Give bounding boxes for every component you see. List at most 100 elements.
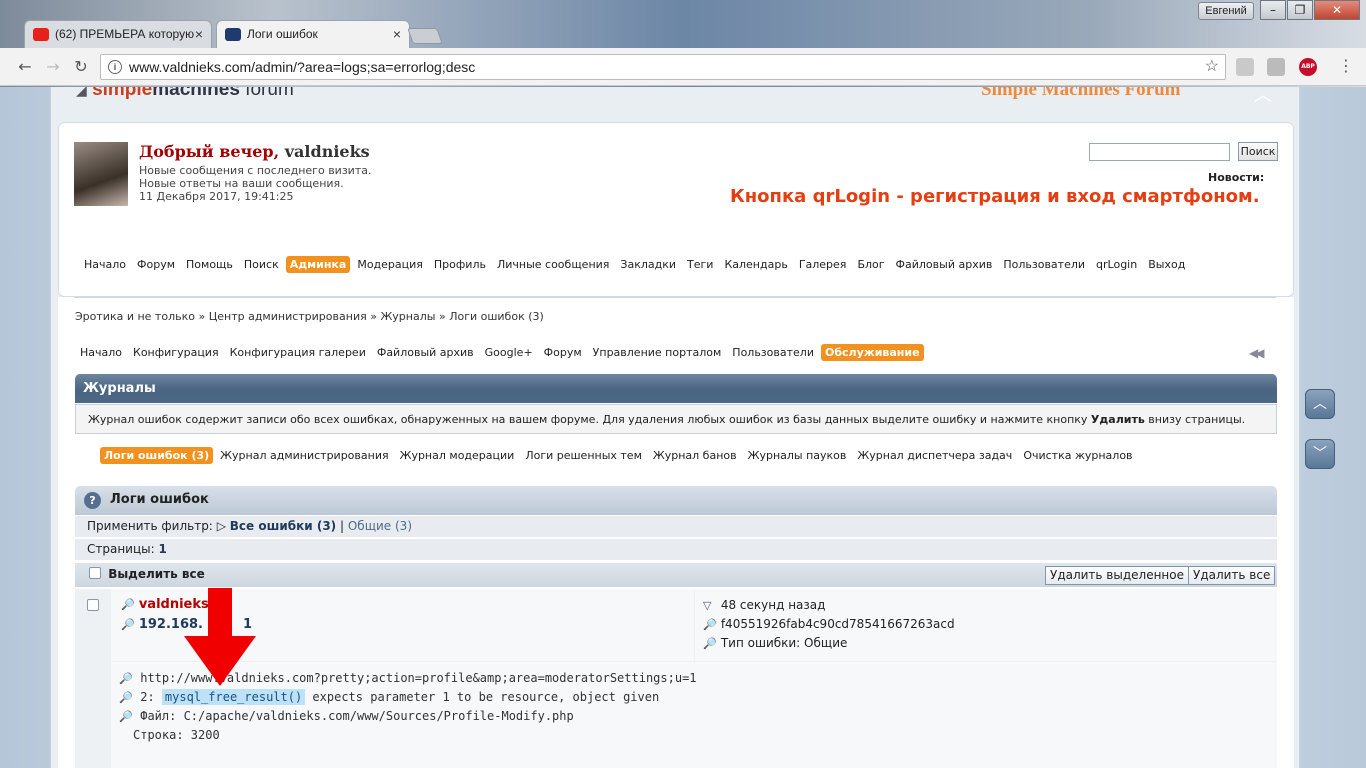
- admin-menu-members[interactable]: Пользователи: [728, 344, 818, 361]
- extension-drive-icon[interactable]: [1267, 58, 1285, 76]
- sort-desc-icon[interactable]: ▽: [703, 599, 717, 612]
- forum-logo[interactable]: ◢ simplemachines forum: [76, 87, 294, 101]
- filter-key-icon[interactable]: 🔎: [121, 618, 135, 631]
- pages-label: Страницы:: [87, 542, 155, 556]
- menu-item-gallery[interactable]: Галерея: [795, 256, 851, 273]
- breadcrumb-item[interactable]: Эротика и не только: [75, 310, 195, 323]
- admin-menu-downloads[interactable]: Файловый архив: [373, 344, 478, 361]
- breadcrumb-separator: »: [370, 310, 377, 323]
- menu-item-pm[interactable]: Личные сообщения: [493, 256, 613, 273]
- menu-item-calendar[interactable]: Календарь: [720, 256, 791, 273]
- menu-item-home[interactable]: Начало: [80, 256, 130, 273]
- menu-icon[interactable]: ⋮: [1338, 56, 1354, 75]
- tab-ban-log[interactable]: Журнал банов: [649, 447, 741, 464]
- page-number[interactable]: 1: [159, 542, 167, 556]
- entry-msg-prefix: 2:: [140, 690, 162, 704]
- admin-menu-config[interactable]: Конфигурация: [129, 344, 223, 361]
- admin-menu-gallery-config[interactable]: Конфигурация галереи: [226, 344, 370, 361]
- menu-item-members[interactable]: Пользователи: [999, 256, 1089, 273]
- error-log-title: Логи ошибок: [110, 492, 209, 507]
- scroll-up-button[interactable]: ︿: [1305, 389, 1335, 419]
- adblock-icon[interactable]: ABP: [1299, 58, 1317, 76]
- logo-text-2: machines: [152, 87, 240, 100]
- new-posts-link[interactable]: Новые сообщения с последнего визита.: [139, 164, 371, 177]
- tab-solved-log[interactable]: Логи решенных тем: [521, 447, 646, 464]
- menu-item-bookmarks[interactable]: Закладки: [616, 256, 680, 273]
- breadcrumb-item-current[interactable]: Логи ошибок (3): [449, 310, 544, 323]
- new-tab-button[interactable]: [407, 28, 443, 44]
- reload-icon[interactable]: ↻: [70, 56, 92, 78]
- close-icon[interactable]: ×: [393, 26, 401, 42]
- menu-item-admin[interactable]: Админка: [285, 256, 351, 273]
- tab-mod-log[interactable]: Журнал модерации: [396, 447, 519, 464]
- greeting-text: Добрый вечер,: [139, 142, 280, 161]
- menu-item-downloads[interactable]: Файловый архив: [892, 256, 997, 273]
- filter-key-icon[interactable]: 🔎: [119, 710, 133, 723]
- help-icon[interactable]: ?: [84, 492, 101, 509]
- collapse-menu-icon[interactable]: ◀◀: [1249, 346, 1265, 360]
- bookmark-star-icon[interactable]: ☆: [1205, 55, 1219, 79]
- tab-spider-log[interactable]: Журналы пауков: [744, 447, 851, 464]
- greeting: Добрый вечер, valdnieks: [139, 142, 370, 161]
- tab-error-logs[interactable]: Логи ошибок (3): [100, 447, 214, 464]
- address-bar[interactable]: i www.valdnieks.com/admin/?area=logs;sa=…: [100, 54, 1226, 80]
- new-replies-link[interactable]: Новые ответы на ваши сообщения.: [139, 177, 371, 190]
- logs-tabs: Логи ошибок (3) Журнал администрирования Ж…: [100, 447, 1140, 464]
- filter-row: Применить фильтр: ▷ Все ошибки (3) | Общ…: [75, 516, 1277, 538]
- filter-key-icon[interactable]: 🔎: [119, 691, 133, 704]
- admin-menu-maintenance[interactable]: Обслуживание: [820, 344, 924, 361]
- collapse-header-icon[interactable]: ︿: [1254, 87, 1272, 107]
- menu-item-qrlogin[interactable]: qrLogin: [1092, 256, 1141, 273]
- admin-menu-home[interactable]: Начало: [76, 344, 126, 361]
- profile-button[interactable]: Евгений: [1198, 2, 1254, 20]
- select-all-checkbox[interactable]: [89, 567, 101, 579]
- menu-item-search[interactable]: Поиск: [240, 256, 283, 273]
- menu-item-forum[interactable]: Форум: [133, 256, 179, 273]
- entry-time-line: ▽ 48 секунд назад: [703, 598, 825, 612]
- admin-menu-googleplus[interactable]: Google+: [481, 344, 537, 361]
- entry-msg-function: mysql_free_result(): [161, 689, 306, 705]
- menu-item-tags[interactable]: Теги: [683, 256, 717, 273]
- tab-error-logs[interactable]: Логи ошибок ×: [216, 20, 410, 48]
- menu-item-logout[interactable]: Выход: [1144, 256, 1189, 273]
- forward-icon[interactable]: →: [42, 56, 64, 78]
- entry-checkbox[interactable]: [87, 599, 99, 611]
- close-window-button[interactable]: ✕: [1314, 0, 1360, 20]
- select-all-label[interactable]: Выделить все: [108, 567, 205, 581]
- delete-selected-button[interactable]: Удалить выделенное: [1045, 566, 1190, 585]
- back-icon[interactable]: ←: [14, 56, 36, 78]
- breadcrumb-item[interactable]: Центр администрирования: [209, 310, 367, 323]
- maximize-button[interactable]: ❐: [1287, 0, 1313, 20]
- avatar[interactable]: [74, 142, 128, 206]
- menu-item-profile[interactable]: Профиль: [430, 256, 490, 273]
- greeting-username[interactable]: valdnieks: [279, 142, 370, 161]
- admin-menu-portal[interactable]: Управление порталом: [589, 344, 726, 361]
- filter-key-icon[interactable]: 🔎: [119, 672, 133, 685]
- tab-task-log[interactable]: Журнал диспетчера задач: [853, 447, 1016, 464]
- entry-line-line: Строка: 3200: [133, 728, 220, 742]
- tab-youtube[interactable]: (62) ПРЕМЬЕРА которую ×: [24, 20, 212, 48]
- menu-item-moderation[interactable]: Модерация: [353, 256, 427, 273]
- delete-all-button[interactable]: Удалить все: [1188, 566, 1276, 585]
- filter-general-link[interactable]: Общие (3): [348, 519, 412, 533]
- filter-key-icon[interactable]: 🔎: [703, 618, 717, 631]
- tab-prune-logs[interactable]: Очистка журналов: [1019, 447, 1136, 464]
- info-icon[interactable]: i: [108, 60, 122, 74]
- extension-pdf-icon[interactable]: [1236, 58, 1254, 76]
- filter-all-link[interactable]: Все ошибки (3): [230, 519, 336, 533]
- menu-item-help[interactable]: Помощь: [182, 256, 237, 273]
- news-label: Новости:: [1208, 171, 1265, 184]
- browser-titlebar: (62) ПРЕМЬЕРА которую × Логи ошибок × Ев…: [0, 0, 1366, 48]
- breadcrumb-item[interactable]: Журналы: [380, 310, 435, 323]
- filter-key-icon[interactable]: 🔎: [703, 637, 717, 650]
- close-icon[interactable]: ×: [195, 26, 203, 42]
- minimize-button[interactable]: –: [1260, 0, 1286, 20]
- search-input[interactable]: [1089, 143, 1230, 161]
- admin-menu-forum[interactable]: Форум: [540, 344, 586, 361]
- filter-key-icon[interactable]: 🔎: [121, 598, 135, 611]
- description-text: Журнал ошибок содержит записи обо всех о…: [88, 413, 1091, 426]
- menu-item-blog[interactable]: Блог: [853, 256, 888, 273]
- scroll-down-button[interactable]: ﹀: [1305, 439, 1335, 469]
- search-button[interactable]: Поиск: [1238, 142, 1278, 161]
- tab-admin-log[interactable]: Журнал администрирования: [216, 447, 392, 464]
